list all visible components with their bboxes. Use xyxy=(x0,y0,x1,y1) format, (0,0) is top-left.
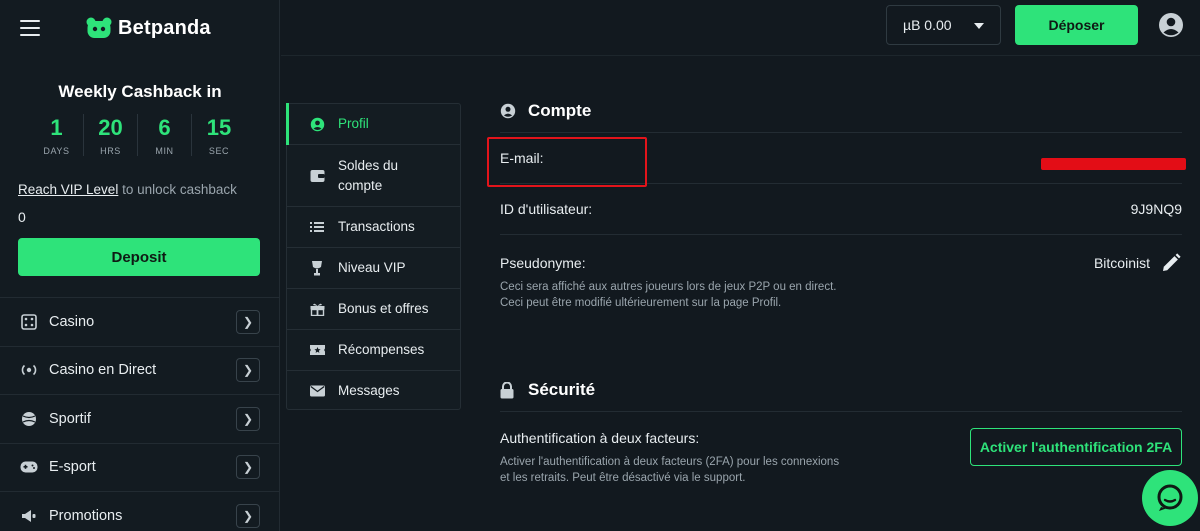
trophy-icon xyxy=(309,260,325,276)
security-section-title: Sécurité xyxy=(528,380,596,399)
balance-dropdown[interactable]: µB 0.00 xyxy=(886,5,1001,45)
list-icon xyxy=(309,219,325,235)
megaphone-icon xyxy=(20,507,38,525)
casino-icon xyxy=(20,313,38,331)
account-submenu: Profil Soldes du compte Transactions Niv… xyxy=(286,103,461,410)
account-section-header: Compte xyxy=(500,90,1182,132)
gift-icon xyxy=(309,301,325,317)
live-chat-button[interactable] xyxy=(1142,470,1198,526)
gamepad-icon xyxy=(20,458,38,476)
user-id-row: ID d'utilisateur: 9J9NQ9 xyxy=(500,183,1182,234)
vip-cashback-suffix: to unlock cashback xyxy=(118,182,237,197)
email-label: E-mail: xyxy=(500,150,544,166)
tab-transactions[interactable]: Transactions xyxy=(287,207,460,248)
tab-label: Messages xyxy=(338,383,400,398)
user-id-label: ID d'utilisateur: xyxy=(500,201,593,217)
cashback-title: Weekly Cashback in xyxy=(58,82,222,101)
sidebar-item-label: Casino en Direct xyxy=(49,362,157,379)
caret-down-icon xyxy=(974,23,984,29)
tab-bonuses-offers[interactable]: Bonus et offres xyxy=(287,289,460,330)
sidebar-item-promotions[interactable]: Promotions ❯ xyxy=(0,491,280,531)
lock-icon xyxy=(500,381,516,399)
countdown-hours: 20 HRS xyxy=(84,114,138,156)
panda-logo-icon xyxy=(86,17,112,39)
user-id-value: 9J9NQ9 xyxy=(1130,201,1182,217)
chevron-right-icon[interactable]: ❯ xyxy=(236,455,260,480)
tab-label: Profil xyxy=(338,116,369,131)
live-icon xyxy=(20,361,38,379)
user-avatar-icon[interactable] xyxy=(1158,12,1184,38)
nickname-value: Bitcoinist xyxy=(1093,255,1150,271)
user-icon xyxy=(500,103,516,119)
chevron-right-icon[interactable]: ❯ xyxy=(236,309,260,334)
logo[interactable]: Betpanda xyxy=(86,17,211,40)
tab-label: Transactions xyxy=(338,219,415,234)
chevron-right-icon[interactable]: ❯ xyxy=(236,358,260,383)
tab-profile[interactable]: Profil xyxy=(286,103,460,145)
cashback-amount: 0 xyxy=(18,209,26,225)
tab-label: Niveau VIP xyxy=(338,260,406,275)
ticket-icon xyxy=(309,342,325,358)
tab-vip-level[interactable]: Niveau VIP xyxy=(287,248,460,289)
account-section-title: Compte xyxy=(528,101,592,120)
sidebar-item-label: Casino xyxy=(49,313,95,330)
countdown-days-label: DAYS xyxy=(43,146,70,156)
balance-value: µB 0.00 xyxy=(903,17,952,33)
security-section-header: Sécurité xyxy=(500,369,1182,411)
brand-name: Betpanda xyxy=(118,16,211,39)
user-icon xyxy=(309,116,325,132)
tab-rewards[interactable]: Récompenses xyxy=(287,330,460,371)
sidebar: Betpanda Weekly Cashback in 1 DAYS 20 HR… xyxy=(0,0,280,531)
countdown-minutes: 6 MIN xyxy=(138,114,192,156)
twofa-row: Authentification à deux facteurs: Active… xyxy=(500,411,1182,503)
nickname-row: Pseudonyme: Ceci sera affiché aux autres… xyxy=(500,234,1182,339)
enable-2fa-button[interactable]: Activer l'authentification 2FA xyxy=(970,428,1182,466)
chevron-right-icon[interactable]: ❯ xyxy=(236,406,260,431)
vip-cashback-text: Reach VIP Level to unlock cashback xyxy=(18,182,237,197)
twofa-description: Activer l'authentification à deux facteu… xyxy=(500,456,840,484)
sidebar-top: Betpanda xyxy=(0,0,279,56)
countdown-days-value: 1 xyxy=(50,115,63,140)
countdown-days: 1 DAYS xyxy=(30,114,84,156)
menu-icon[interactable] xyxy=(20,20,40,36)
countdown-hours-label: HRS xyxy=(100,146,121,156)
tab-label: Soldes du compte xyxy=(338,157,399,193)
sidebar-item-sports[interactable]: Sportif ❯ xyxy=(0,394,280,443)
countdown-minutes-value: 6 xyxy=(158,115,171,140)
mail-icon xyxy=(309,383,325,399)
tab-account-balances[interactable]: Soldes du compte xyxy=(287,145,460,207)
sidebar-item-live-casino[interactable]: Casino en Direct ❯ xyxy=(0,345,280,395)
nickname-description: Ceci sera affiché aux autres joueurs lor… xyxy=(500,281,837,309)
header-deposit-button[interactable]: Déposer xyxy=(1015,5,1138,45)
countdown-seconds-label: SEC xyxy=(208,146,230,156)
countdown-seconds-value: 15 xyxy=(206,115,232,140)
tab-label: Récompenses xyxy=(338,342,425,357)
sidebar-item-esport[interactable]: E-sport ❯ xyxy=(0,442,280,492)
edit-pencil-icon[interactable] xyxy=(1161,253,1181,273)
sidebar-item-label: Promotions xyxy=(49,507,123,524)
cashback-countdown: 1 DAYS 20 HRS 6 MIN 15 SEC xyxy=(30,114,246,156)
countdown-minutes-label: MIN xyxy=(155,146,174,156)
countdown-seconds: 15 SEC xyxy=(192,114,246,156)
sidebar-item-casino[interactable]: Casino ❯ xyxy=(0,297,280,346)
email-redaction-bar xyxy=(1041,158,1186,170)
sidebar-item-label: Sportif xyxy=(49,410,91,427)
reach-vip-link[interactable]: Reach VIP Level xyxy=(18,182,118,197)
sport-ball-icon xyxy=(20,410,38,428)
chat-bubble-icon xyxy=(1157,484,1183,511)
countdown-hours-value: 20 xyxy=(98,115,123,140)
nickname-label: Pseudonyme: xyxy=(500,255,586,271)
chevron-right-icon[interactable]: ❯ xyxy=(236,503,260,528)
sidebar-deposit-button[interactable]: Deposit xyxy=(18,238,260,276)
tab-label: Bonus et offres xyxy=(338,301,429,316)
tab-messages[interactable]: Messages xyxy=(287,371,460,411)
top-header: µB 0.00 Déposer xyxy=(281,0,1200,56)
profile-content: Compte E-mail: ID d'utilisateur: 9J9NQ9 … xyxy=(500,90,1182,503)
sidebar-item-label: E-sport xyxy=(49,459,96,476)
wallet-icon xyxy=(309,168,325,184)
sidebar-nav: Casino ❯ Casino en Direct ❯ Sportif ❯ E-… xyxy=(0,297,280,531)
